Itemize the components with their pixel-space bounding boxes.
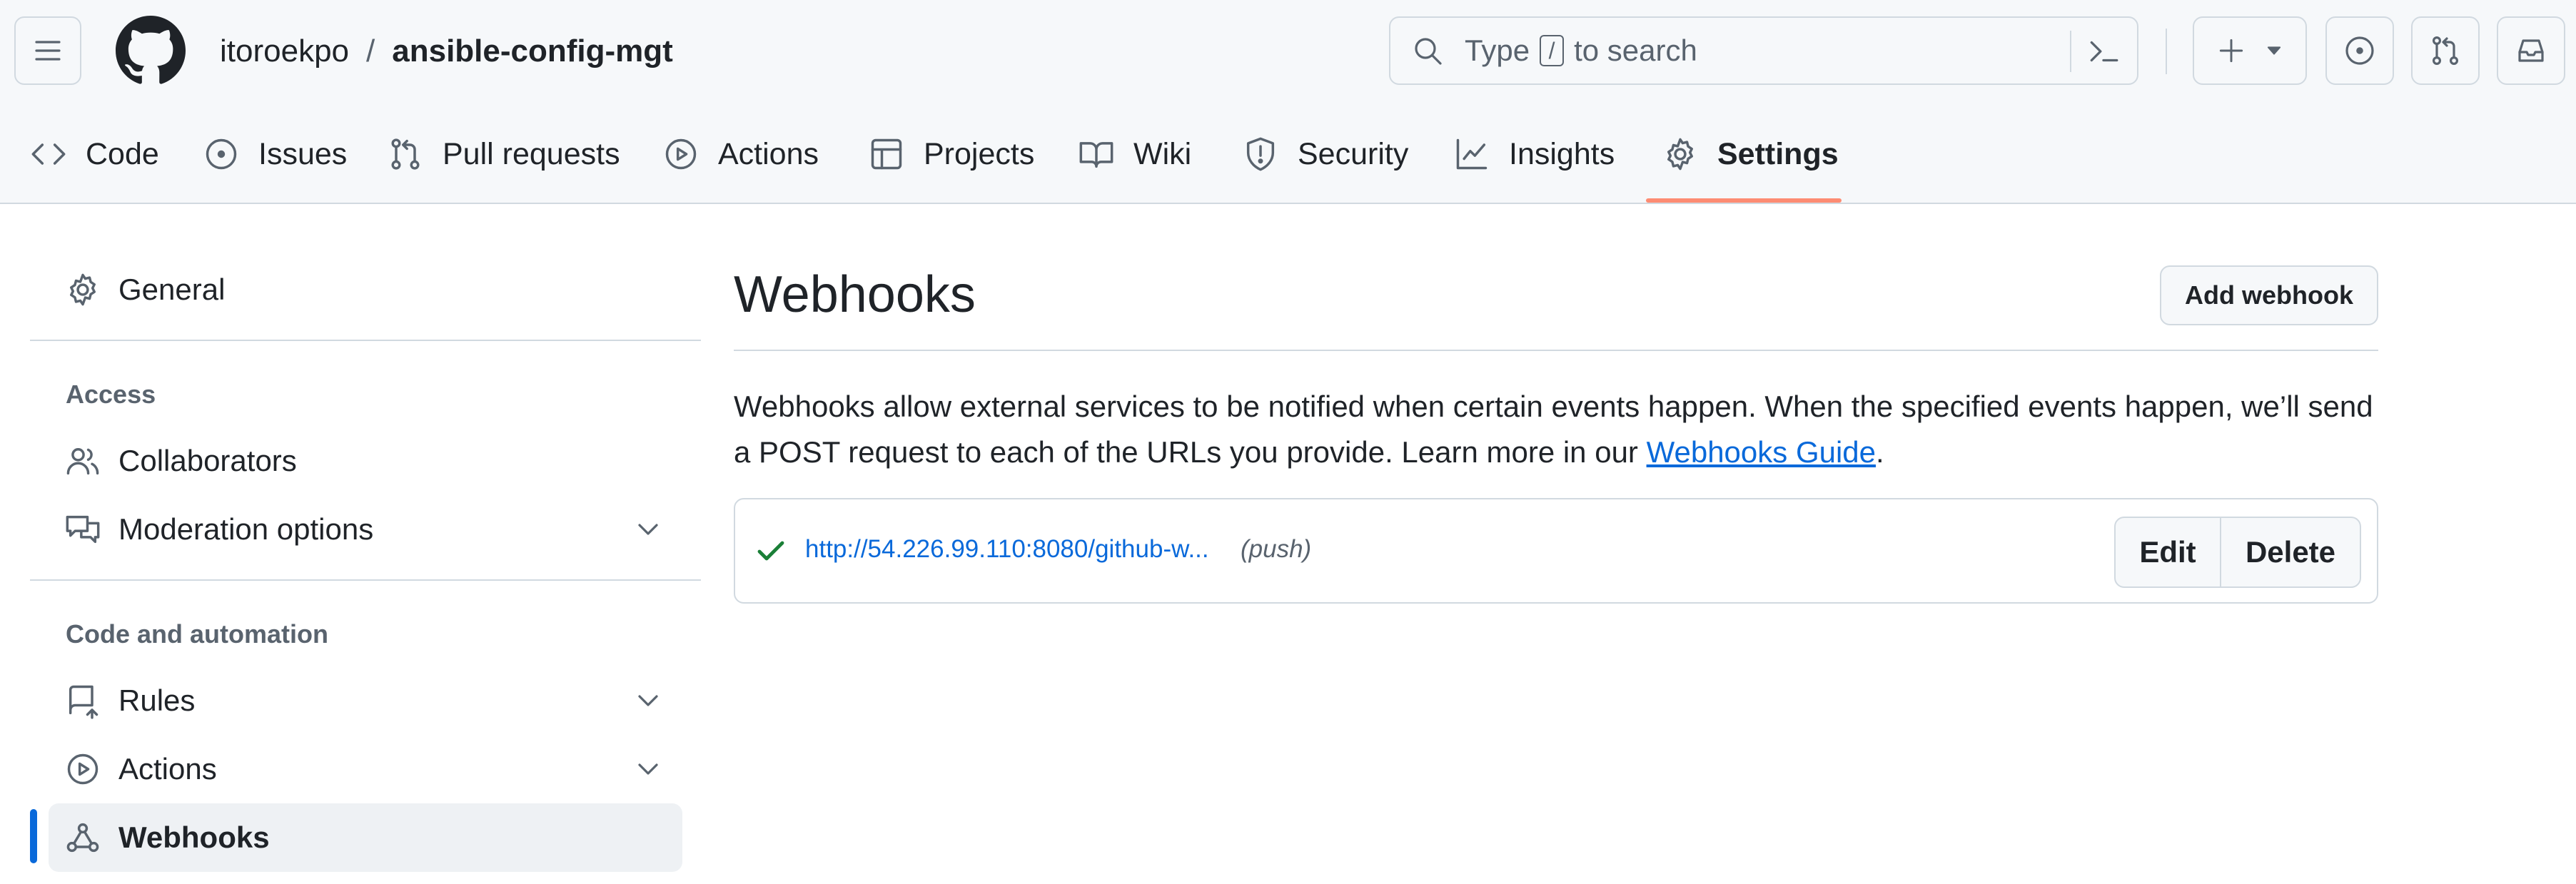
- tab-label: Issues: [258, 136, 348, 171]
- page-title: Webhooks: [734, 266, 976, 323]
- sidebar-item-general[interactable]: General: [49, 255, 682, 324]
- tab-label: Wiki: [1133, 136, 1192, 171]
- webhook-icon: [64, 819, 101, 856]
- tab-label: Insights: [1509, 136, 1615, 171]
- inbox-button[interactable]: [2497, 16, 2565, 85]
- webhook-url-link[interactable]: http://54.226.99.110:8080/github-w...: [805, 535, 1209, 564]
- sidebar-item-collaborators[interactable]: Collaborators: [49, 427, 682, 495]
- github-logo[interactable]: [116, 16, 186, 86]
- search-divider: [2070, 31, 2071, 72]
- sidebar-divider: [30, 340, 701, 341]
- sidebar-divider: [30, 579, 701, 581]
- delete-button[interactable]: Delete: [2221, 518, 2360, 586]
- tab-label: Actions: [718, 136, 819, 171]
- description-text: Webhooks allow external services to be n…: [734, 390, 2373, 469]
- sidebar-item-label: Actions: [118, 752, 217, 786]
- tab-label: Settings: [1717, 136, 1839, 171]
- tab-projects[interactable]: Projects: [868, 117, 1034, 191]
- repo-push-icon: [64, 682, 101, 719]
- people-icon: [64, 442, 101, 479]
- tab-wiki[interactable]: Wiki: [1078, 117, 1191, 191]
- issue-icon: [2343, 34, 2377, 68]
- search-input[interactable]: Type / to search: [1389, 16, 2138, 85]
- tab-label: Code: [86, 136, 159, 171]
- title-divider: [734, 350, 2378, 351]
- sidebar-heading-access: Access: [66, 380, 156, 409]
- search-suffix: to search: [1574, 34, 1697, 67]
- tab-pull-requests[interactable]: Pull requests: [387, 117, 620, 191]
- tab-label: Security: [1298, 136, 1409, 171]
- shield-icon: [1242, 136, 1279, 173]
- tab-security[interactable]: Security: [1242, 117, 1408, 191]
- sidebar-item-rules[interactable]: Rules: [49, 666, 682, 735]
- menu-button[interactable]: [14, 16, 81, 85]
- search-prefix: Type: [1465, 34, 1530, 67]
- breadcrumb-separator: /: [366, 34, 375, 68]
- create-new-button[interactable]: [2193, 16, 2307, 85]
- repo-header: itoroekpo / ansible-config-mgt Type / to…: [0, 0, 2576, 204]
- webhook-actions: Edit Delete: [2114, 517, 2361, 588]
- header-divider: [2166, 29, 2167, 74]
- search-shortcut-key: /: [1540, 35, 1565, 66]
- search-placeholder: Type / to search: [1465, 34, 1697, 68]
- pull-request-icon: [2428, 34, 2463, 68]
- webhook-events: (push): [1241, 535, 1312, 563]
- tab-issues[interactable]: Issues: [203, 117, 347, 191]
- repo-link[interactable]: ansible-config-mgt: [392, 34, 673, 69]
- chevron-down-icon: [631, 752, 665, 786]
- tab-actions[interactable]: Actions: [662, 117, 819, 191]
- sidebar-item-label: General: [118, 273, 226, 306]
- active-tab-indicator: [1646, 198, 1842, 203]
- webhooks-description: Webhooks allow external services to be n…: [734, 384, 2378, 475]
- webhooks-panel: Webhooks Add webhook Webhooks allow exte…: [734, 204, 2378, 884]
- sidebar-item-label: Collaborators: [118, 444, 297, 477]
- edit-button[interactable]: Edit: [2116, 518, 2221, 586]
- gear-icon: [1662, 136, 1699, 173]
- chevron-down-icon: [631, 684, 665, 718]
- sidebar-item-label: Rules: [118, 684, 196, 717]
- tab-label: Projects: [924, 136, 1035, 171]
- sidebar-item-label: Webhooks: [118, 821, 270, 854]
- issues-button[interactable]: [2325, 16, 2394, 85]
- description-period: .: [1876, 435, 1884, 469]
- sidebar-item-moderation[interactable]: Moderation options: [49, 495, 682, 564]
- book-icon: [1078, 136, 1115, 173]
- table-icon: [868, 136, 905, 173]
- pull-requests-button[interactable]: [2411, 16, 2480, 85]
- sidebar-item-webhooks[interactable]: Webhooks: [49, 803, 682, 872]
- issue-icon: [203, 136, 240, 173]
- add-webhook-button[interactable]: Add webhook: [2160, 265, 2378, 325]
- active-item-indicator: [30, 809, 37, 863]
- play-icon: [64, 751, 101, 788]
- tab-label: Pull requests: [443, 136, 620, 171]
- search-icon: [1410, 34, 1445, 68]
- owner-link[interactable]: itoroekpo: [220, 34, 349, 69]
- gear-icon: [64, 271, 101, 308]
- code-icon: [30, 136, 67, 173]
- pull-request-icon: [387, 136, 424, 173]
- sidebar-heading-code-automation: Code and automation: [66, 619, 328, 649]
- sidebar-item-actions[interactable]: Actions: [49, 735, 682, 803]
- webhooks-guide-link[interactable]: Webhooks Guide: [1647, 435, 1876, 469]
- hamburger-icon: [31, 34, 65, 68]
- command-palette-icon[interactable]: [2084, 34, 2123, 69]
- tab-code[interactable]: Code: [30, 117, 159, 191]
- breadcrumb: itoroekpo / ansible-config-mgt: [220, 29, 673, 74]
- repo-nav: Code Issues Pull requests Actions Projec…: [0, 117, 2576, 204]
- settings-sidebar: General Access Collaborators Moderation …: [30, 204, 701, 884]
- top-bar: itoroekpo / ansible-config-mgt Type / to…: [0, 0, 2576, 103]
- chevron-down-icon: [631, 512, 665, 547]
- plus-icon: [2216, 35, 2247, 66]
- tab-insights[interactable]: Insights: [1453, 117, 1615, 191]
- sidebar-item-label: Moderation options: [118, 512, 374, 546]
- tab-settings[interactable]: Settings: [1662, 117, 1839, 191]
- inbox-icon: [2514, 34, 2548, 68]
- graph-icon: [1453, 136, 1490, 173]
- caret-down-icon: [2264, 41, 2284, 61]
- comment-discussion-icon: [64, 511, 101, 548]
- webhook-list-item: http://54.226.99.110:8080/github-w... (p…: [734, 498, 2378, 604]
- play-icon: [662, 136, 699, 173]
- check-icon: [754, 534, 788, 568]
